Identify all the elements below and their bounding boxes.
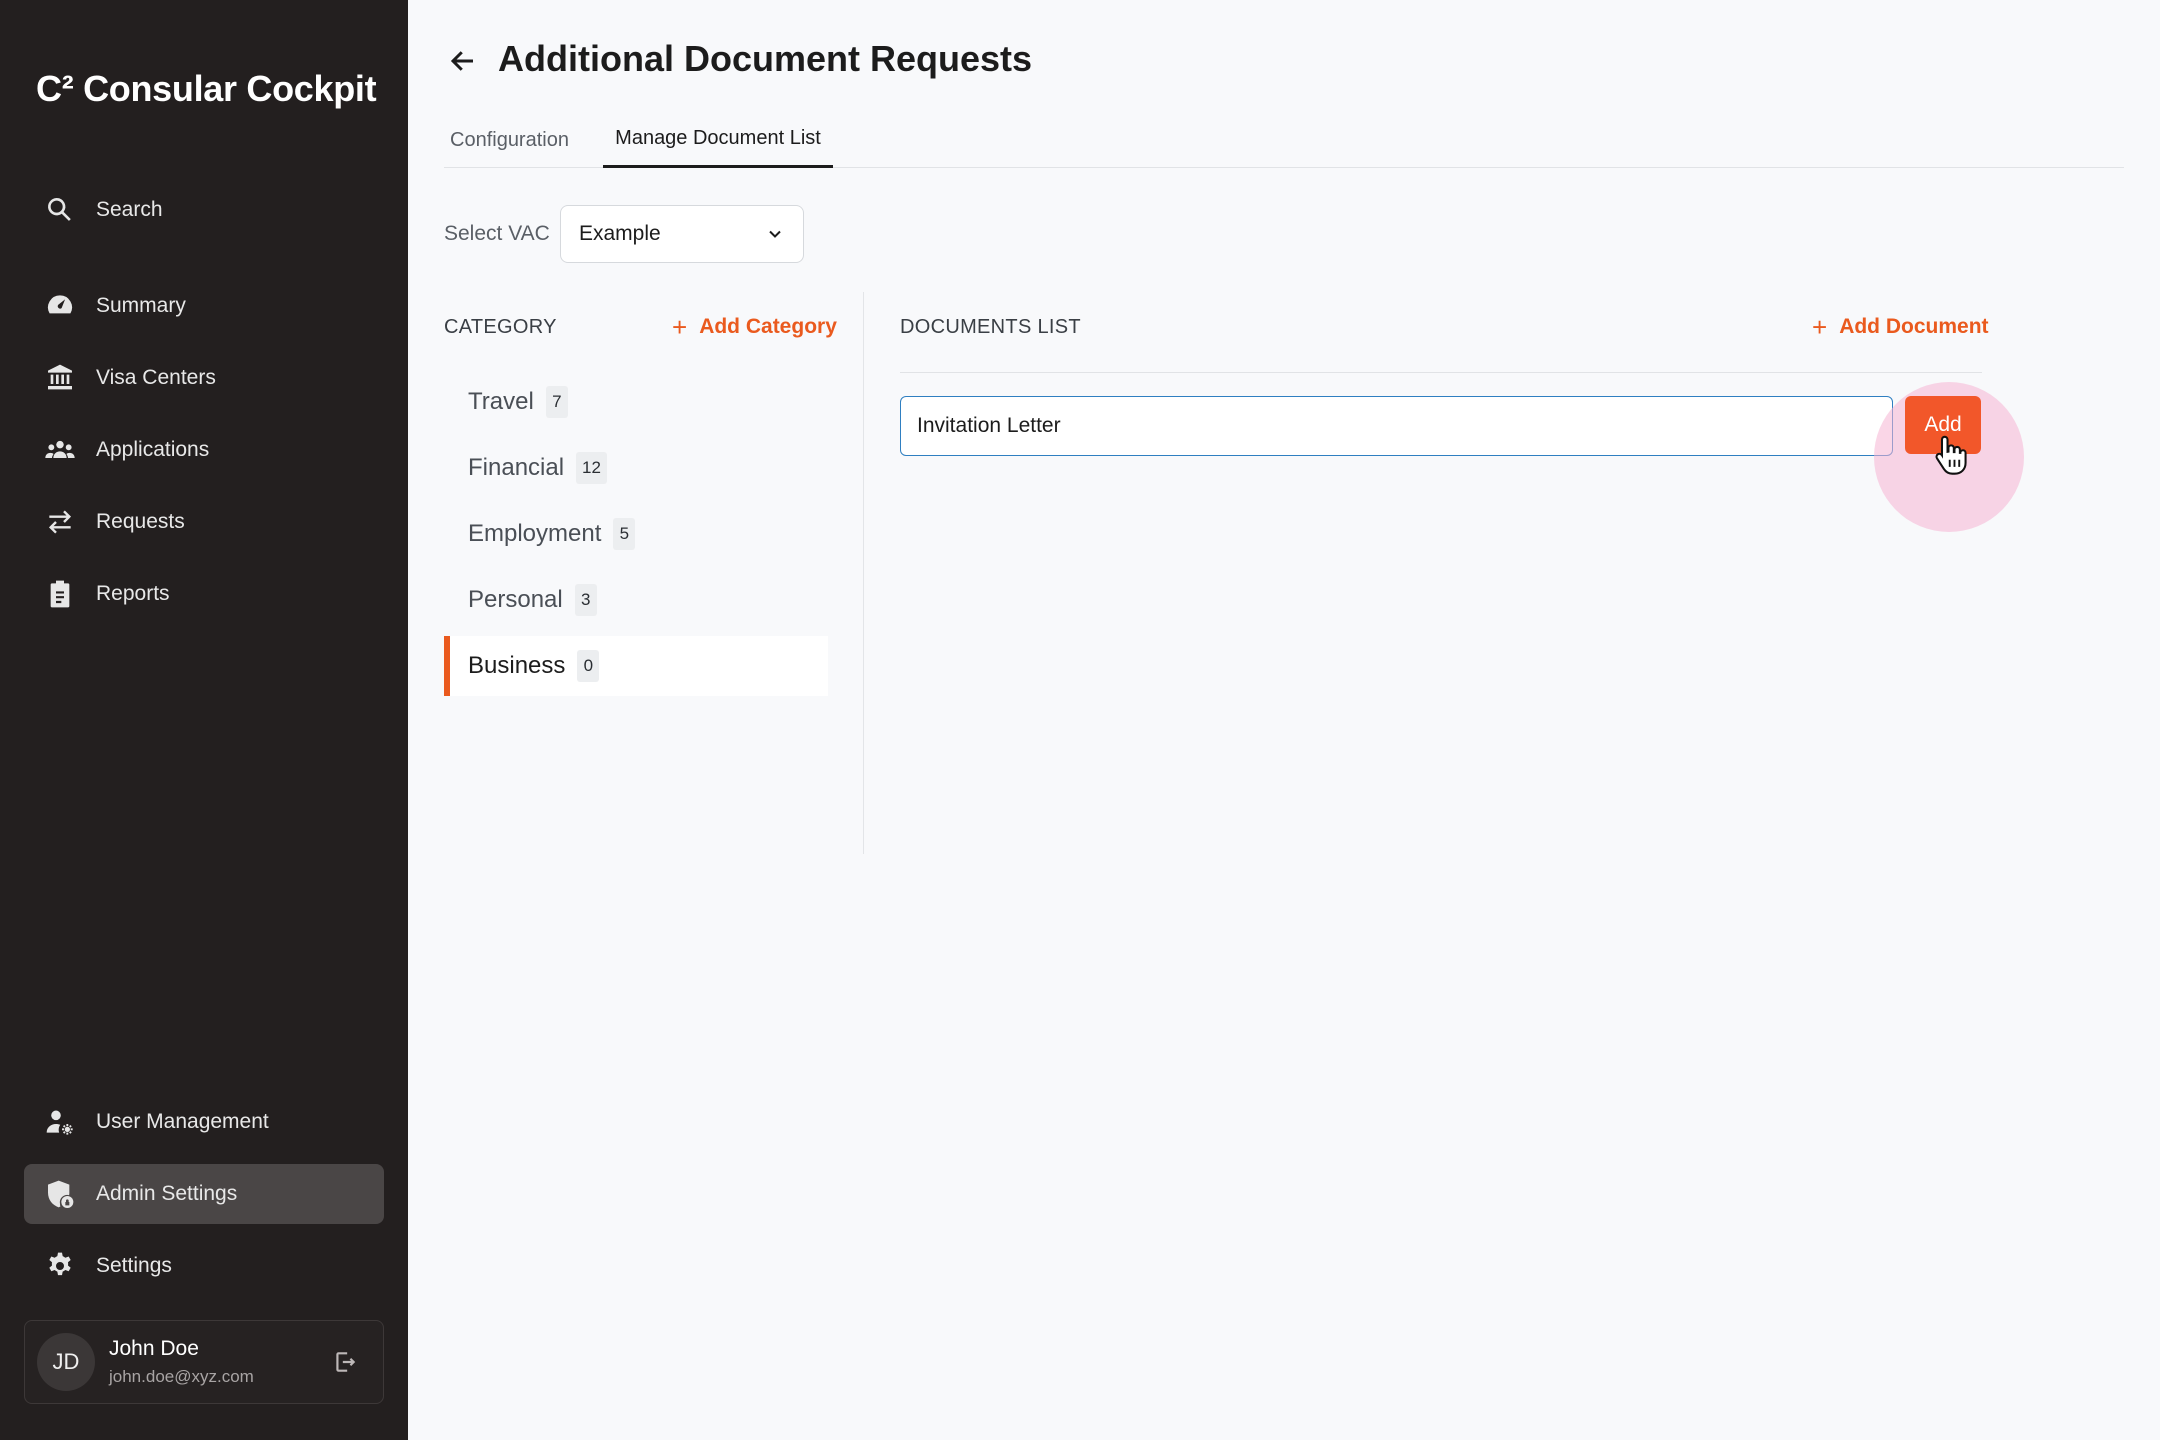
category-item-travel[interactable]: Travel 7: [444, 372, 828, 432]
plus-icon: +: [672, 312, 688, 342]
sidebar: C² Consular Cockpit Search Summary Visa …: [0, 0, 408, 1440]
sidebar-item-label: Settings: [96, 1254, 172, 1277]
category-count-badge: 7: [545, 386, 568, 418]
tab-bar: Configuration Manage Document List: [444, 112, 2124, 168]
category-name: Business: [468, 652, 566, 679]
swap-arrows-icon: [24, 506, 96, 538]
logout-button[interactable]: [325, 1342, 365, 1382]
category-item-employment[interactable]: Employment 5: [444, 504, 828, 564]
sidebar-item-reports[interactable]: Reports: [24, 564, 384, 624]
speedometer-icon: [24, 290, 96, 322]
tab-configuration[interactable]: Configuration: [450, 112, 569, 168]
column-divider: [863, 292, 864, 854]
people-group-icon: [24, 434, 96, 466]
sidebar-item-user-management[interactable]: User Management: [24, 1092, 384, 1152]
user-gear-icon: [24, 1106, 96, 1138]
category-name: Personal: [468, 586, 563, 613]
plus-icon: +: [1812, 312, 1828, 342]
app-logo: C² Consular Cockpit: [36, 68, 377, 109]
select-vac-label: Select VAC: [444, 222, 550, 245]
sidebar-item-label: User Management: [96, 1110, 269, 1133]
documents-divider: [900, 372, 1982, 373]
sidebar-item-label: Search: [96, 198, 163, 221]
sidebar-item-label: Requests: [96, 510, 185, 533]
category-header: CATEGORY: [444, 316, 557, 338]
gear-icon: [24, 1250, 96, 1282]
category-name: Travel: [468, 388, 534, 415]
sidebar-item-search[interactable]: Search: [24, 180, 384, 240]
sidebar-item-summary[interactable]: Summary: [24, 276, 384, 336]
sidebar-item-admin-settings[interactable]: Admin Settings: [24, 1164, 384, 1224]
category-item-financial[interactable]: Financial 12: [444, 438, 828, 498]
sidebar-item-label: Admin Settings: [96, 1182, 238, 1205]
back-button[interactable]: [446, 44, 480, 78]
document-name-input[interactable]: [900, 396, 1893, 456]
category-count-badge: 0: [577, 650, 600, 682]
add-category-button[interactable]: + Add Category: [672, 314, 837, 340]
clipboard-icon: [24, 578, 96, 610]
sidebar-item-applications[interactable]: Applications: [24, 420, 384, 480]
vac-select[interactable]: Example: [560, 205, 804, 263]
arrow-left-icon: [450, 51, 473, 71]
avatar: JD: [37, 1333, 95, 1391]
sidebar-item-label: Summary: [96, 294, 186, 317]
chevron-down-icon: [769, 230, 781, 238]
hand-pointer-icon: [1935, 435, 1967, 475]
sidebar-item-visa-centers[interactable]: Visa Centers: [24, 348, 384, 408]
add-document-button[interactable]: + Add Document: [1812, 314, 1989, 340]
page-title: Additional Document Requests: [498, 38, 1033, 79]
category-item-personal[interactable]: Personal 3: [444, 570, 828, 630]
add-category-label: Add Category: [699, 315, 837, 338]
shield-lock-icon: [24, 1178, 96, 1210]
search-icon: [24, 194, 96, 226]
user-info: John Doe john.doe@xyz.com: [109, 1337, 325, 1387]
sidebar-item-requests[interactable]: Requests: [24, 492, 384, 552]
category-count-badge: 5: [613, 518, 636, 550]
category-name: Financial: [468, 454, 565, 481]
category-item-business[interactable]: Business 0: [444, 636, 828, 696]
tab-manage-document-list[interactable]: Manage Document List: [603, 112, 833, 168]
sidebar-item-label: Visa Centers: [96, 366, 216, 389]
category-count-badge: 3: [574, 584, 597, 616]
add-document-label: Add Document: [1839, 315, 1989, 338]
logout-icon: [336, 1352, 356, 1372]
sidebar-item-label: Reports: [96, 582, 170, 605]
user-profile-card: JD John Doe john.doe@xyz.com: [24, 1320, 384, 1404]
documents-list-header: DOCUMENTS LIST: [900, 316, 1081, 338]
category-count-badge: 12: [576, 452, 607, 484]
user-name: John Doe: [109, 1337, 199, 1360]
sidebar-item-settings[interactable]: Settings: [24, 1236, 384, 1296]
user-email: john.doe@xyz.com: [109, 1367, 254, 1386]
sidebar-item-label: Applications: [96, 438, 210, 461]
vac-select-value: Example: [579, 222, 661, 245]
category-name: Employment: [468, 520, 602, 547]
bank-icon: [24, 362, 96, 394]
